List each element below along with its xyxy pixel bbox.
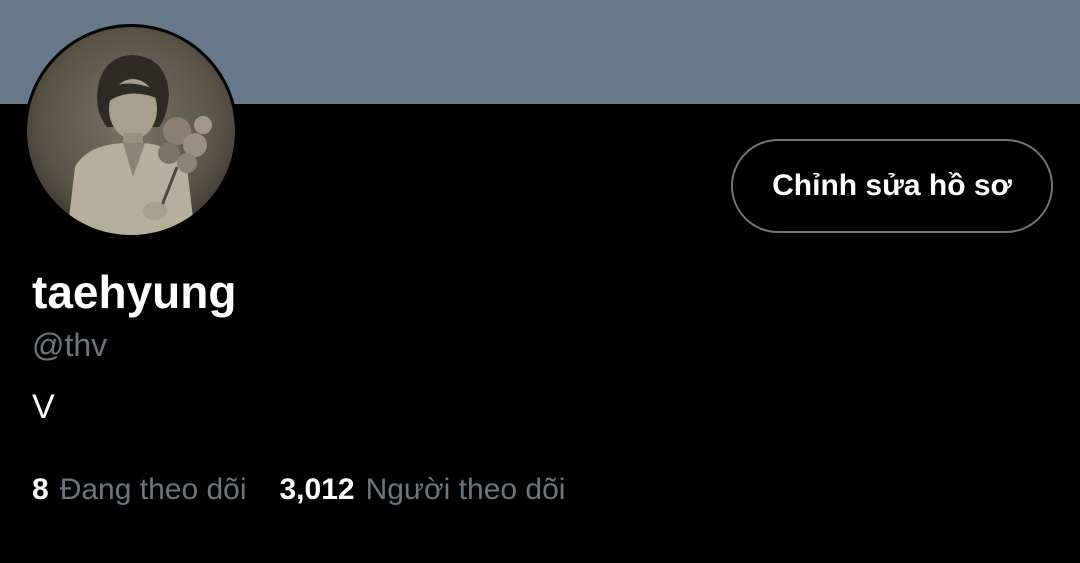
profile-display-name: taehyung — [32, 266, 237, 318]
followers-link[interactable]: 3,012 Người theo dõi — [280, 470, 566, 510]
following-link[interactable]: 8 Đang theo dõi — [32, 470, 247, 510]
followers-label: Người theo dõi — [365, 473, 566, 506]
edit-profile-button[interactable]: Chỉnh sửa hồ sơ — [731, 139, 1053, 233]
following-label: Đang theo dõi — [59, 473, 247, 506]
profile-avatar[interactable] — [24, 24, 238, 238]
profile-handle: @thv — [32, 327, 108, 363]
followers-count: 3,012 — [279, 473, 355, 506]
profile-bio: V — [32, 388, 55, 426]
following-count: 8 — [32, 473, 49, 506]
profile-stats: 8 Đang theo dõi 3,012 Người theo dõi — [32, 470, 565, 510]
